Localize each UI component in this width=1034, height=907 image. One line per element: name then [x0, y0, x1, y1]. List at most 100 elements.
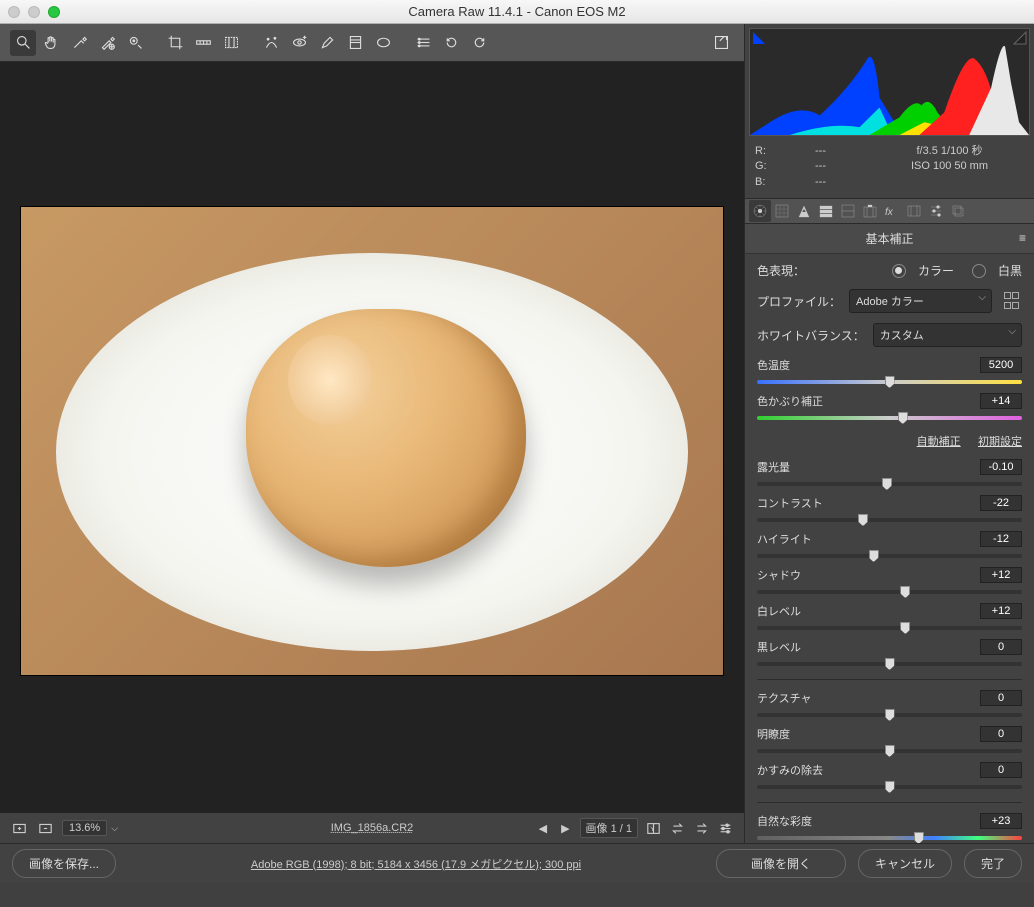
bw-radio-label: 白黒 [998, 262, 1022, 279]
traffic-lights [8, 6, 60, 18]
white-balance-tool[interactable] [66, 30, 92, 56]
texture-value[interactable] [980, 690, 1022, 706]
rgb-g-label: G: [755, 159, 815, 174]
vibrance-value[interactable] [980, 813, 1022, 829]
color-sampler-tool[interactable] [94, 30, 120, 56]
clarity-value[interactable] [980, 726, 1022, 742]
blacks-value[interactable] [980, 639, 1022, 655]
tint-slider[interactable] [757, 411, 1022, 425]
save-image-button[interactable]: 画像を保存... [12, 849, 116, 878]
tab-detail[interactable] [793, 200, 815, 222]
chevron-down-icon[interactable]: ⌵ [111, 823, 118, 834]
close-window-button[interactable] [8, 6, 20, 18]
exposure-value[interactable] [980, 459, 1022, 475]
temp-value[interactable] [980, 357, 1022, 373]
radial-filter-tool[interactable] [370, 30, 396, 56]
vibrance-slider[interactable] [757, 831, 1022, 843]
straighten-tool[interactable] [190, 30, 216, 56]
tab-calibration[interactable] [903, 200, 925, 222]
fullscreen-icon[interactable] [708, 30, 734, 56]
tab-snapshots[interactable] [947, 200, 969, 222]
next-image-arrow[interactable]: ▶ [557, 822, 573, 835]
tab-lens[interactable] [859, 200, 881, 222]
settings-sliders-icon[interactable] [716, 819, 734, 837]
spot-removal-tool[interactable] [258, 30, 284, 56]
crop-tool[interactable] [162, 30, 188, 56]
tab-curve[interactable] [771, 200, 793, 222]
prev-image-arrow[interactable]: ◀ [535, 822, 551, 835]
svg-text:fx: fx [885, 207, 894, 218]
swap-icon[interactable] [668, 819, 686, 837]
zoom-level[interactable]: 13.6% [62, 820, 107, 836]
treatment-label: 色表現： [757, 262, 805, 279]
shadow-clip-icon[interactable] [752, 31, 766, 45]
shadows-label: シャドウ [757, 567, 980, 583]
info-row: R:--- G:--- B:--- f/3.5 1/100 秒 ISO 100 … [745, 140, 1034, 198]
tab-presets[interactable] [925, 200, 947, 222]
highlights-slider[interactable] [757, 549, 1022, 563]
red-eye-tool[interactable] [286, 30, 312, 56]
svg-text:Y: Y [650, 825, 655, 832]
bottom-bar: 画像を保存... Adobe RGB (1998); 8 bit; 5184 x… [0, 843, 1034, 883]
temp-label: 色温度 [757, 357, 980, 373]
tab-fx[interactable]: fx [881, 200, 903, 222]
filename-label: IMG_1856a.CR2 [331, 822, 414, 834]
workflow-options-link[interactable]: Adobe RGB (1998); 8 bit; 5184 x 3456 (17… [128, 856, 704, 872]
profile-label: プロファイル： [757, 293, 841, 310]
zoom-window-button[interactable] [48, 6, 60, 18]
profile-dropdown[interactable]: Adobe カラー [849, 289, 992, 313]
exposure-label: 露光量 [757, 459, 980, 475]
shadows-value[interactable] [980, 567, 1022, 583]
vibrance-label: 自然な彩度 [757, 813, 980, 829]
preferences-icon[interactable] [410, 30, 436, 56]
whitebalance-label: ホワイトバランス： [757, 327, 865, 344]
hand-tool[interactable] [38, 30, 64, 56]
color-radio-label: カラー [918, 262, 954, 279]
rotate-cw-icon[interactable] [466, 30, 492, 56]
contrast-slider[interactable] [757, 513, 1022, 527]
bw-radio[interactable] [972, 264, 986, 278]
rotate-ccw-icon[interactable] [438, 30, 464, 56]
shadows-slider[interactable] [757, 585, 1022, 599]
tab-basic[interactable] [749, 200, 771, 222]
filmstrip-toggle-icon-2[interactable] [36, 819, 54, 837]
auto-link[interactable]: 自動補正 [917, 436, 961, 448]
open-image-button[interactable]: 画像を開く [716, 849, 846, 878]
highlights-value[interactable] [980, 531, 1022, 547]
image-counter: 画像 1 / 1 [580, 818, 638, 838]
whites-slider[interactable] [757, 621, 1022, 635]
filmstrip-toggle-icon[interactable] [10, 819, 28, 837]
blacks-slider[interactable] [757, 657, 1022, 671]
tab-split[interactable] [837, 200, 859, 222]
temp-slider[interactable] [757, 375, 1022, 389]
rgb-b-label: B: [755, 175, 815, 190]
before-after-icon[interactable]: Y [644, 819, 662, 837]
transform-tool[interactable] [218, 30, 244, 56]
profile-browser-icon[interactable] [1004, 292, 1022, 310]
default-link[interactable]: 初期設定 [978, 436, 1022, 448]
texture-slider[interactable] [757, 708, 1022, 722]
panel-menu-icon[interactable]: ≡ [1019, 231, 1026, 245]
histogram[interactable] [749, 28, 1030, 136]
clarity-slider[interactable] [757, 744, 1022, 758]
target-adjustment-tool[interactable] [122, 30, 148, 56]
preview-area[interactable] [0, 62, 744, 813]
done-button[interactable]: 完了 [964, 849, 1022, 878]
color-radio[interactable] [892, 264, 906, 278]
highlight-clip-icon[interactable] [1013, 31, 1027, 45]
dehaze-value[interactable] [980, 762, 1022, 778]
graduated-filter-tool[interactable] [342, 30, 368, 56]
whites-value[interactable] [980, 603, 1022, 619]
adjustment-brush-tool[interactable] [314, 30, 340, 56]
exposure-slider[interactable] [757, 477, 1022, 491]
tint-value[interactable] [980, 393, 1022, 409]
minimize-window-button[interactable] [28, 6, 40, 18]
contrast-value[interactable] [980, 495, 1022, 511]
zoom-tool[interactable] [10, 30, 36, 56]
whitebalance-dropdown[interactable]: カスタム [873, 323, 1022, 347]
tab-hsl[interactable] [815, 200, 837, 222]
dehaze-slider[interactable] [757, 780, 1022, 794]
cancel-button[interactable]: キャンセル [858, 849, 952, 878]
copy-settings-icon[interactable] [692, 819, 710, 837]
whites-label: 白レベル [757, 603, 980, 619]
